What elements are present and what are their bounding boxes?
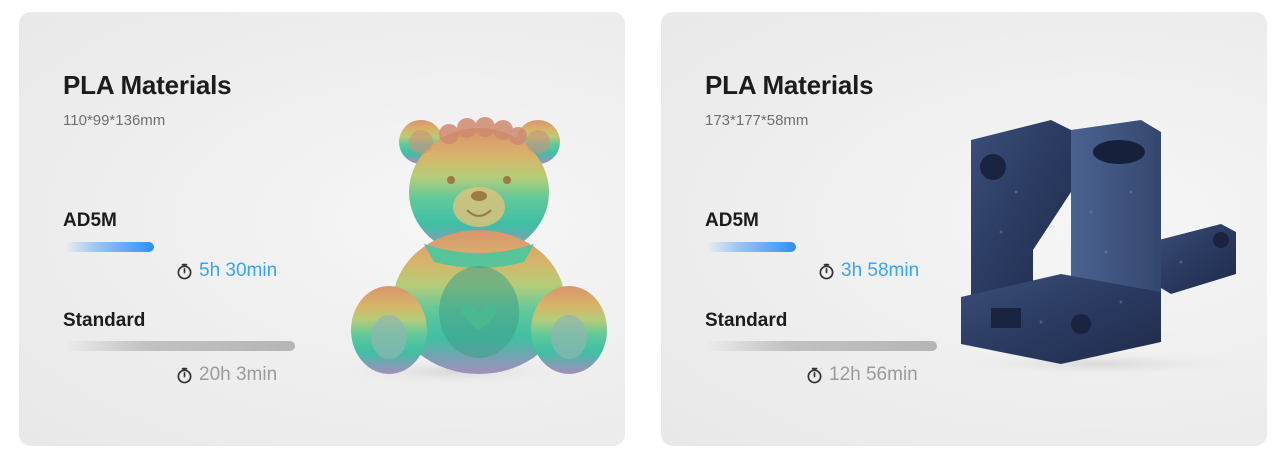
ad5m-print-time: 5h 30min (176, 260, 277, 282)
standard-time-text: 12h 56min (829, 364, 918, 385)
comparison-cards: PLA Materials 110*99*136mm AD5M 5h 30min… (0, 0, 1278, 463)
print-card-bear: PLA Materials 110*99*136mm AD5M 5h 30min… (19, 12, 625, 446)
ad5m-time-text: 3h 58min (841, 260, 920, 281)
print-card-mechanical-part: PLA Materials 173*177*58mm AD5M 3h 58min… (661, 12, 1267, 446)
printer-label-ad5m: AD5M (705, 210, 759, 231)
stopwatch-icon (819, 263, 834, 279)
material-title: PLA Materials (63, 70, 232, 100)
model-dimensions: 110*99*136mm (63, 112, 166, 129)
standard-time-bar (707, 341, 937, 351)
ad5m-print-time: 3h 58min (818, 260, 919, 282)
ad5m-time-text: 5h 30min (199, 260, 278, 281)
ad5m-time-bar (707, 242, 796, 252)
ad5m-time-bar (65, 242, 154, 252)
stopwatch-icon (177, 367, 192, 383)
printer-label-standard: Standard (705, 310, 788, 331)
stopwatch-icon (807, 367, 822, 383)
printer-label-ad5m: AD5M (63, 210, 117, 231)
model-dimensions: 173*177*58mm (705, 112, 809, 129)
material-title: PLA Materials (705, 70, 874, 100)
standard-time-text: 20h 3min (199, 364, 278, 385)
standard-print-time: 20h 3min (176, 364, 277, 386)
stopwatch-icon (177, 263, 192, 279)
standard-print-time: 12h 56min (806, 364, 918, 386)
standard-time-bar (65, 341, 295, 351)
printer-label-standard: Standard (63, 310, 146, 331)
